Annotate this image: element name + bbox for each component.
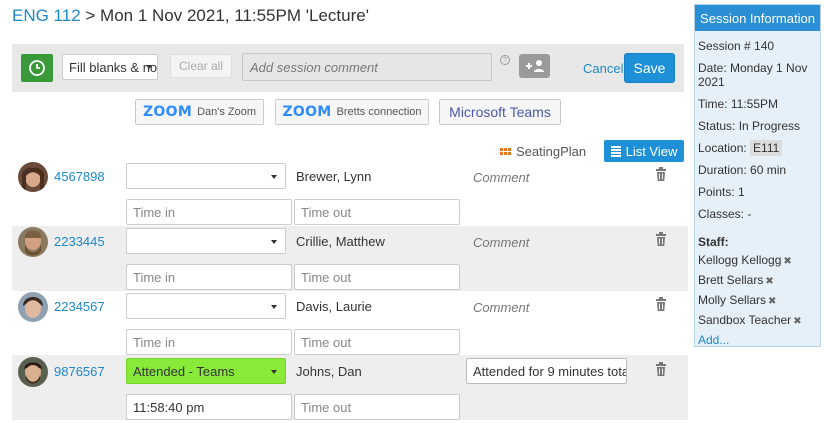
zoom-logo: ZOOM bbox=[282, 104, 332, 120]
list-icon bbox=[610, 145, 621, 157]
session-status: Status: In Progress bbox=[698, 119, 801, 133]
student-comment[interactable]: Comment bbox=[473, 170, 529, 185]
location-label: Location: bbox=[698, 141, 747, 155]
teams-button[interactable]: Microsoft Teams bbox=[439, 99, 561, 125]
student-id-link[interactable]: 4567898 bbox=[54, 169, 105, 184]
trash-icon[interactable] bbox=[655, 167, 667, 181]
help-icon[interactable]: ? bbox=[500, 55, 510, 65]
time-in-input[interactable]: Time in bbox=[126, 199, 292, 225]
staff-item: Brett Sellars ✖ bbox=[698, 273, 816, 289]
clock-icon bbox=[29, 60, 45, 76]
caret-down-icon bbox=[271, 175, 277, 179]
remove-icon[interactable]: ✖ bbox=[765, 276, 773, 287]
list-view-label: List View bbox=[625, 143, 678, 159]
cancel-link[interactable]: Cancel bbox=[583, 61, 623, 76]
toolbar: Fill blanks & nor Clear all Add session … bbox=[12, 44, 684, 92]
student-name: Brewer, Lynn bbox=[296, 169, 372, 184]
panel-heading: Session Information bbox=[695, 5, 820, 31]
list-view-button[interactable]: List View bbox=[604, 140, 684, 162]
remove-icon[interactable]: ✖ bbox=[783, 256, 791, 267]
add-user-icon bbox=[525, 60, 544, 72]
remove-icon[interactable]: ✖ bbox=[768, 296, 776, 307]
conference-name: Bretts connection bbox=[336, 106, 422, 118]
time-in-input[interactable]: Time in bbox=[126, 329, 292, 355]
avatar bbox=[18, 292, 48, 322]
staff-item: Sandbox Teacher ✖ bbox=[698, 313, 816, 329]
attendance-select[interactable]: Attended - Teams bbox=[126, 358, 286, 384]
student-id-link[interactable]: 2234567 bbox=[54, 299, 105, 314]
staff-title: Staff: bbox=[698, 235, 729, 249]
trash-icon[interactable] bbox=[655, 297, 667, 311]
clear-all-button[interactable]: Clear all bbox=[170, 54, 232, 78]
session-number: Session # 140 bbox=[698, 39, 775, 53]
caret-down-icon bbox=[271, 305, 277, 309]
avatar bbox=[18, 357, 48, 387]
session-location: Location: E111 bbox=[698, 140, 816, 156]
add-user-button[interactable] bbox=[519, 54, 550, 78]
session-duration: Duration: 60 min bbox=[698, 163, 787, 177]
staff-name: Brett Sellars bbox=[698, 273, 764, 287]
zoom-button-dans[interactable]: ZOOM Dan's Zoom bbox=[135, 99, 264, 125]
student-id-link[interactable]: 9876567 bbox=[54, 364, 105, 379]
student-comment-input[interactable]: Attended for 9 minutes total bbox=[466, 358, 627, 384]
caret-down-icon bbox=[271, 240, 277, 244]
avatar bbox=[18, 227, 48, 257]
zoom-logo: ZOOM bbox=[142, 104, 193, 120]
avatar bbox=[18, 162, 48, 192]
zoom-button-bretts[interactable]: ZOOM Bretts connection bbox=[275, 99, 429, 125]
attendance-select[interactable] bbox=[126, 163, 286, 189]
session-info-panel: Session Information Session # 140 Date: … bbox=[694, 4, 821, 347]
session-title: > Mon 1 Nov 2021, 11:55PM 'Lecture' bbox=[80, 6, 369, 25]
trash-icon[interactable] bbox=[655, 232, 667, 246]
add-staff-link[interactable]: Add... bbox=[698, 333, 816, 347]
session-comment-input[interactable]: Add session comment bbox=[242, 53, 492, 81]
seating-grid-icon bbox=[500, 148, 511, 155]
session-time: Time: 11:55PM bbox=[698, 97, 779, 111]
time-out-input[interactable]: Time out bbox=[294, 199, 460, 225]
teams-logo: Microsoft Teams bbox=[449, 104, 551, 120]
page-title: ENG 112 > Mon 1 Nov 2021, 11:55PM 'Lectu… bbox=[12, 6, 369, 26]
time-in-input[interactable]: 11:58:40 pm bbox=[126, 394, 292, 420]
caret-down-icon bbox=[146, 65, 152, 69]
clock-button[interactable] bbox=[21, 54, 53, 82]
staff-item: Molly Sellars ✖ bbox=[698, 293, 816, 309]
attendance-select[interactable] bbox=[126, 228, 286, 254]
student-name: Crillie, Matthew bbox=[296, 234, 385, 249]
save-button[interactable]: Save bbox=[624, 53, 675, 83]
student-name: Johns, Dan bbox=[296, 364, 362, 379]
remove-icon[interactable]: ✖ bbox=[793, 316, 801, 327]
student-name: Davis, Laurie bbox=[296, 299, 372, 314]
staff-name: Kellogg Kellogg bbox=[698, 253, 782, 267]
student-comment[interactable]: Comment bbox=[473, 235, 529, 250]
attendance-value: Attended - Teams bbox=[133, 364, 235, 379]
conference-name: Dan's Zoom bbox=[197, 106, 257, 118]
time-out-input[interactable]: Time out bbox=[294, 329, 460, 355]
staff-name: Molly Sellars bbox=[698, 293, 767, 307]
student-comment[interactable]: Comment bbox=[473, 300, 529, 315]
time-out-input[interactable]: Time out bbox=[294, 264, 460, 290]
location-value: E111 bbox=[750, 140, 783, 156]
session-classes: Classes: - bbox=[698, 207, 752, 221]
caret-down-icon bbox=[271, 370, 277, 374]
seating-plan-label: SeatingPlan bbox=[516, 144, 587, 159]
session-date: Date: Monday 1 Nov 2021 bbox=[698, 61, 808, 89]
time-out-input[interactable]: Time out bbox=[294, 394, 460, 420]
course-link[interactable]: ENG 112 bbox=[12, 6, 81, 25]
student-id-link[interactable]: 2233445 bbox=[54, 234, 105, 249]
session-points: Points: 1 bbox=[698, 185, 745, 199]
staff-name: Sandbox Teacher bbox=[698, 313, 792, 327]
staff-item: Kellogg Kellogg ✖ bbox=[698, 253, 816, 269]
fill-mode-value: Fill blanks & nor bbox=[69, 60, 158, 75]
trash-icon[interactable] bbox=[655, 362, 667, 376]
time-in-input[interactable]: Time in bbox=[126, 264, 292, 290]
attendance-select[interactable] bbox=[126, 293, 286, 319]
seating-plan-link[interactable]: SeatingPlan bbox=[500, 144, 586, 159]
fill-mode-select[interactable]: Fill blanks & nor bbox=[62, 54, 158, 80]
